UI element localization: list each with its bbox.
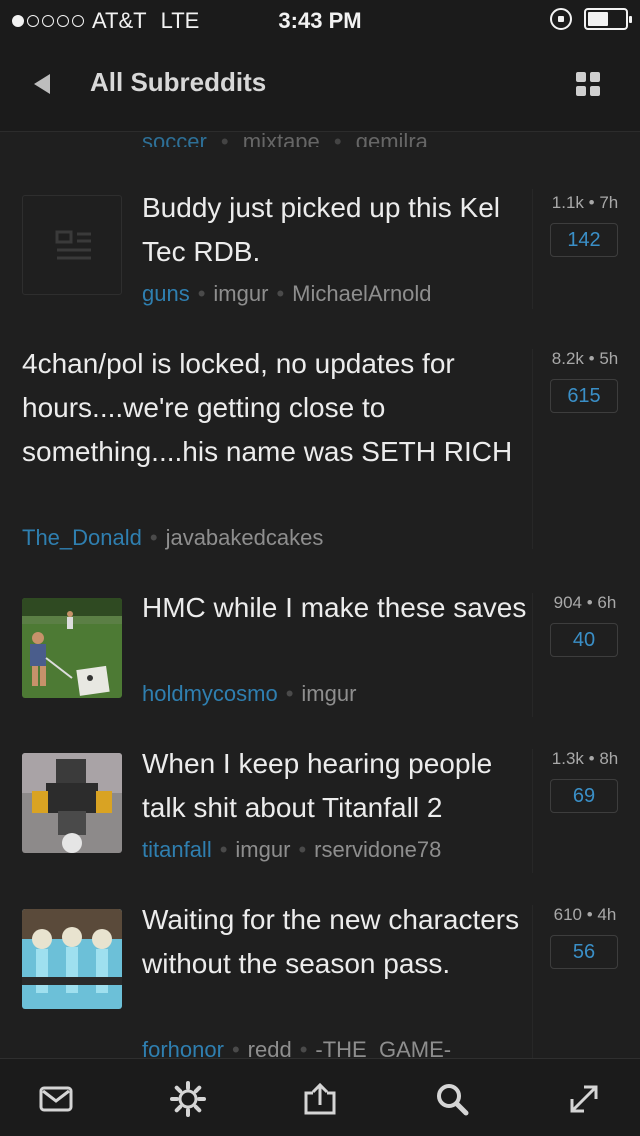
score-age: 8.2k • 5h bbox=[551, 349, 619, 368]
article-placeholder-thumbnail[interactable] bbox=[22, 195, 122, 295]
status-right bbox=[550, 8, 632, 30]
domain-label: mixtape bbox=[242, 133, 320, 147]
divider bbox=[532, 349, 533, 549]
subreddit-link[interactable]: titanfall bbox=[142, 837, 212, 862]
post-title[interactable]: 4chan/pol is locked, no updates for hour… bbox=[22, 342, 522, 474]
skeleton-meme-image bbox=[22, 909, 122, 1009]
post-title[interactable]: Waiting for the new characters without t… bbox=[142, 898, 527, 986]
post-stats: 1.3k • 8h 69 bbox=[550, 749, 620, 813]
comment-count-button[interactable]: 56 bbox=[550, 935, 618, 969]
status-bar: AT&T LTE 3:43 PM bbox=[0, 0, 640, 40]
post-stats: 610 • 4h 56 bbox=[550, 905, 620, 969]
author-label[interactable]: gemilra bbox=[356, 133, 428, 147]
grid-icon[interactable] bbox=[576, 72, 600, 96]
comment-count-button[interactable]: 40 bbox=[550, 623, 618, 657]
lawn-game-photo bbox=[22, 598, 122, 698]
battery-level bbox=[588, 12, 608, 26]
domain-label: imgur bbox=[301, 681, 357, 706]
post-stats: 1.1k • 7h 142 bbox=[550, 193, 620, 257]
author-label[interactable]: MichaelArnold bbox=[292, 281, 431, 306]
battery-icon bbox=[584, 8, 632, 30]
comment-count-button[interactable]: 69 bbox=[550, 779, 618, 813]
divider bbox=[532, 905, 533, 1058]
post-stats: 904 • 6h 40 bbox=[550, 593, 620, 657]
search-icon[interactable] bbox=[432, 1079, 472, 1119]
chevron-left-icon[interactable] bbox=[34, 74, 50, 94]
mail-icon[interactable] bbox=[36, 1079, 76, 1119]
post-meta: guns • imgur • MichaelArnold bbox=[142, 281, 432, 306]
post-meta: holdmycosmo • imgur bbox=[142, 681, 357, 706]
article-icon bbox=[55, 230, 91, 260]
domain-label: redd bbox=[247, 1037, 292, 1058]
share-icon[interactable] bbox=[300, 1079, 340, 1119]
score-age: 904 • 6h bbox=[553, 593, 617, 612]
subreddit-link[interactable]: The_Donald bbox=[22, 525, 142, 550]
lawn-game-thumbnail[interactable] bbox=[22, 598, 122, 698]
author-label[interactable]: rservidone78 bbox=[314, 837, 441, 862]
subreddit-link[interactable]: guns bbox=[142, 281, 190, 306]
expand-icon[interactable] bbox=[564, 1079, 604, 1119]
bottom-toolbar bbox=[0, 1058, 640, 1136]
subreddit-link[interactable]: holdmycosmo bbox=[142, 681, 278, 706]
score-age: 1.3k • 8h bbox=[551, 749, 619, 768]
rotation-lock-icon bbox=[550, 8, 572, 30]
divider bbox=[532, 749, 533, 873]
settings-icon[interactable] bbox=[168, 1079, 208, 1119]
post-title[interactable]: Buddy just picked up this Kel Tec RDB. bbox=[142, 186, 527, 274]
robot-figure-thumbnail[interactable] bbox=[22, 753, 122, 853]
post-meta: forhonor • redd • -THE_GAME- bbox=[142, 1037, 451, 1058]
domain-label: imgur bbox=[213, 281, 269, 306]
subreddit-link[interactable]: soccer bbox=[142, 133, 207, 147]
score-age: 610 • 4h bbox=[553, 905, 617, 924]
score-age: 1.1k • 7h bbox=[551, 193, 619, 212]
divider bbox=[532, 189, 533, 309]
navigation-bar: All Subreddits bbox=[0, 40, 640, 132]
comment-count-button[interactable]: 142 bbox=[550, 223, 618, 257]
partial-post-meta: soccer • mixtape • gemilra bbox=[142, 133, 428, 147]
page-title[interactable]: All Subreddits bbox=[90, 67, 266, 98]
robot-figure-photo bbox=[22, 753, 122, 853]
comment-count-button[interactable]: 615 bbox=[550, 379, 618, 413]
divider bbox=[532, 593, 533, 717]
post-title[interactable]: HMC while I make these saves bbox=[142, 586, 527, 630]
post-title[interactable]: When I keep hearing people talk shit abo… bbox=[142, 742, 527, 830]
post-meta: titanfall • imgur • rservidone78 bbox=[142, 837, 442, 862]
clock: 3:43 PM bbox=[278, 8, 362, 33]
skeleton-meme-thumbnail[interactable] bbox=[22, 909, 122, 1009]
author-label[interactable]: -THE_GAME- bbox=[315, 1037, 451, 1058]
post-feed[interactable]: soccer • mixtape • gemilra Buddy just pi… bbox=[0, 133, 640, 1058]
subreddit-link[interactable]: forhonor bbox=[142, 1037, 224, 1058]
domain-label: imgur bbox=[235, 837, 291, 862]
author-label[interactable]: javabakedcakes bbox=[166, 525, 324, 550]
post-stats: 8.2k • 5h 615 bbox=[550, 349, 620, 413]
post-meta: The_Donald • javabakedcakes bbox=[22, 525, 324, 550]
